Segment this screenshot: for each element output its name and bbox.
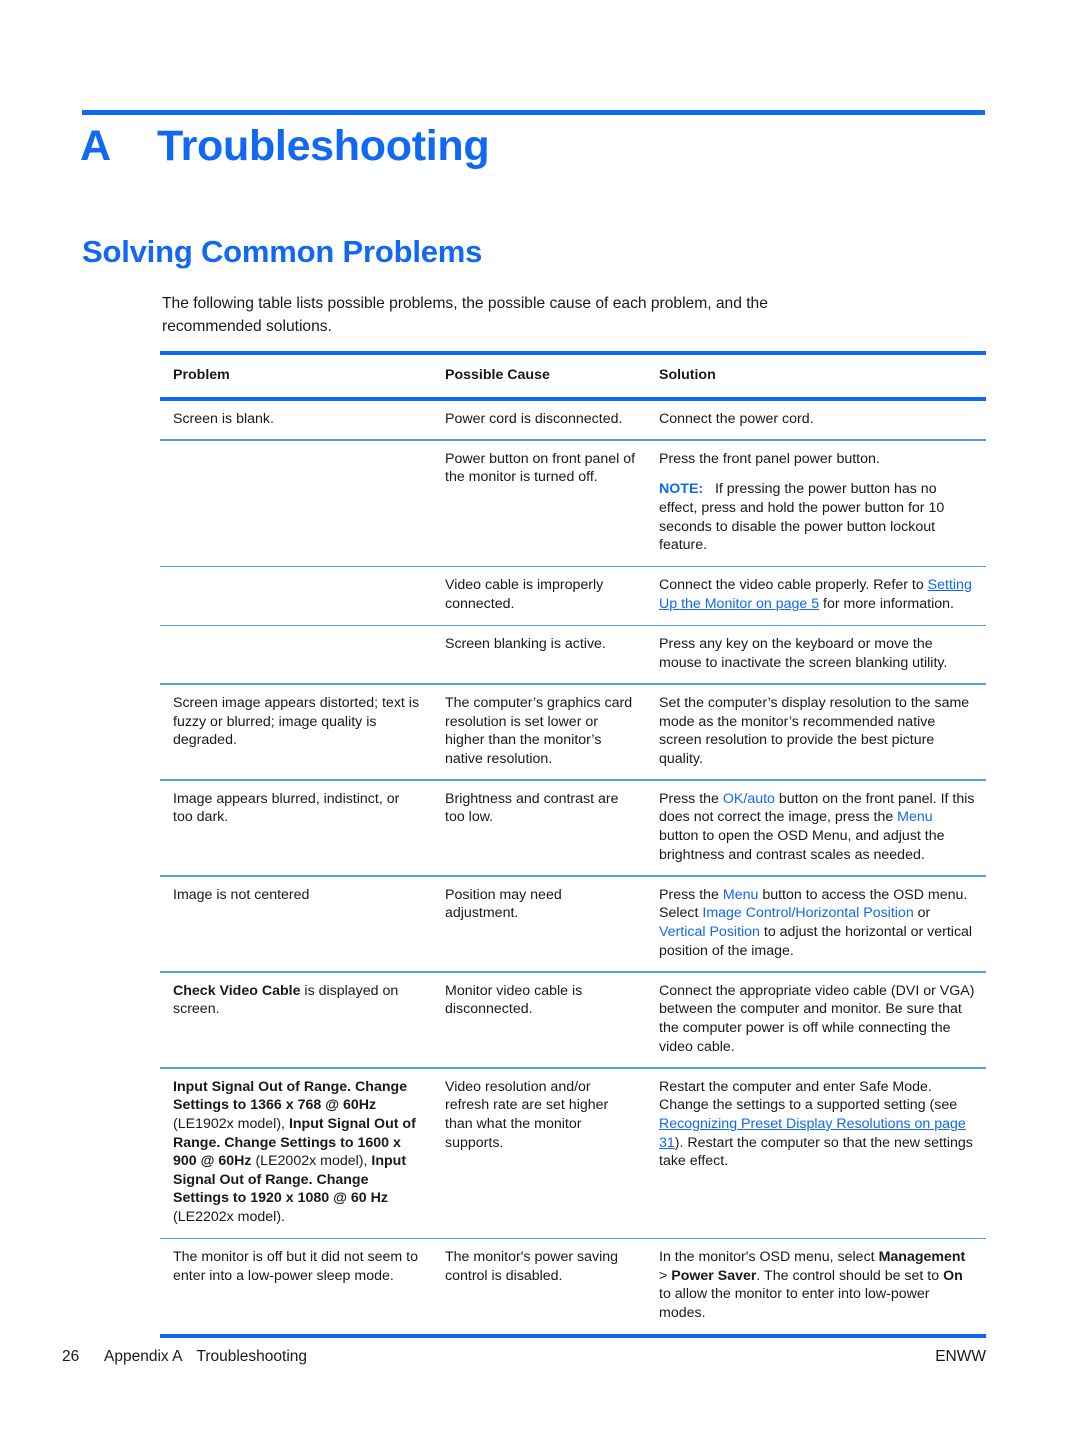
column-header-solution: Solution	[659, 367, 716, 383]
solution-text: Press the front panel power button.	[659, 450, 880, 467]
page-title: A Troubleshooting	[80, 122, 985, 171]
cell-solution: Press the front panel power button. NOTE…	[646, 441, 986, 566]
chapter-title-text: Troubleshooting	[157, 122, 490, 170]
solution-text-pre: Restart the computer and enter Safe Mode…	[659, 1078, 958, 1114]
solution-text-3: button to open the OSD Menu, and adjust …	[659, 828, 945, 863]
cell-solution: Connect the video cable properly. Refer …	[646, 567, 986, 624]
cell-problem: Input Signal Out of Range. Change Settin…	[160, 1069, 432, 1238]
cell-problem	[160, 626, 432, 683]
ui-ref-menu: Menu	[897, 809, 933, 826]
solution-text-3: or	[913, 905, 931, 922]
footer-appendix-label: Appendix A	[104, 1348, 183, 1365]
page-number: 26	[62, 1348, 80, 1365]
table-row: Screen image appears distorted; text is …	[160, 685, 986, 779]
cell-solution: Connect the power cord.	[659, 410, 814, 427]
cell-problem: Check Video Cable is displayed on screen…	[160, 973, 432, 1067]
footer-right-label: ENWW	[935, 1348, 986, 1365]
ui-ref-image-control: Image Control/Horizontal Position	[702, 905, 914, 922]
menu-value-on: On	[943, 1267, 963, 1284]
intro-paragraph: The following table lists possible probl…	[162, 295, 768, 335]
menu-path-power-saver: Power Saver	[671, 1267, 757, 1284]
cell-solution: Set the computer’s display resolution to…	[659, 694, 970, 767]
table-row: Input Signal Out of Range. Change Settin…	[160, 1069, 986, 1238]
footer-chapter-name: Troubleshooting	[196, 1348, 308, 1365]
table-row: The monitor is off but it did not seem t…	[160, 1239, 986, 1333]
solution-text-pre: Connect the video cable properly. Refer …	[659, 577, 928, 594]
table-row: Screen is blank. Power cord is disconnec…	[160, 401, 986, 440]
column-header-problem: Problem	[173, 367, 230, 383]
table-row: Screen blanking is active. Press any key…	[160, 626, 986, 683]
cell-problem	[160, 441, 432, 566]
cell-cause: Power button on front panel of the monit…	[445, 450, 636, 486]
problem-model-2: (LE2002x model),	[251, 1153, 372, 1170]
solution-text-2: >	[659, 1267, 672, 1284]
menu-path-management: Management	[878, 1249, 966, 1266]
cell-problem: Screen is blank.	[173, 410, 274, 427]
ui-ref-ok-auto: OK/auto	[722, 790, 775, 807]
cell-problem: The monitor is off but it did not seem t…	[173, 1249, 418, 1284]
table-row: Power button on front panel of the monit…	[160, 441, 986, 566]
note-spacer	[703, 481, 715, 497]
cell-solution: Press the Menu button to access the OSD …	[646, 877, 986, 971]
table-header-row: Problem Possible Cause Solution	[160, 355, 986, 397]
problem-model-1: (LE1902x model),	[173, 1115, 289, 1132]
cell-problem	[160, 567, 432, 624]
cell-cause: Power cord is disconnected.	[445, 410, 623, 427]
table-bottom-rule	[160, 1333, 986, 1338]
table-row: Check Video Cable is displayed on screen…	[160, 973, 986, 1067]
footer-left: 26 Appendix A Troubleshooting	[62, 1348, 307, 1366]
solution-text-1: In the monitor's OSD menu, select	[659, 1249, 879, 1266]
ui-ref-vertical-position: Vertical Position	[659, 924, 760, 941]
cell-cause: Screen blanking is active.	[445, 636, 606, 653]
problem-model-3: (LE2202x model).	[173, 1208, 285, 1225]
solution-text-1: Press the	[659, 790, 723, 807]
cell-cause: The monitor's power saving control is di…	[445, 1249, 619, 1284]
cell-solution: Connect the appropriate video cable (DVI…	[659, 982, 975, 1055]
chapter-top-rule	[82, 110, 985, 115]
cell-solution: Restart the computer and enter Safe Mode…	[646, 1069, 986, 1238]
solution-text-1: Press the	[659, 886, 723, 903]
solution-text-3: . The control should be set to	[756, 1267, 944, 1284]
troubleshooting-table: Problem Possible Cause Solution Screen i…	[160, 351, 986, 1338]
problem-message-bold: Check Video Cable	[173, 982, 301, 999]
table-row: Image appears blurred, indistinct, or to…	[160, 781, 986, 875]
ui-ref-menu: Menu	[722, 886, 759, 903]
cell-cause: Video cable is improperly connected.	[445, 577, 604, 612]
page-footer: 26 Appendix A Troubleshooting ENWW	[62, 1348, 986, 1366]
table-row: Video cable is improperly connected. Con…	[160, 567, 986, 624]
cell-problem: Image is not centered	[173, 886, 310, 903]
column-header-cause: Possible Cause	[445, 367, 550, 383]
solution-text-post: ). Restart the computer so that the new …	[659, 1134, 973, 1170]
cell-solution: Press any key on the keyboard or move th…	[659, 636, 948, 671]
cell-cause: Monitor video cable is disconnected.	[445, 982, 583, 1018]
problem-message-bold-1: Input Signal Out of Range. Change Settin…	[173, 1078, 408, 1114]
solution-text-4: to allow the monitor to enter into low-p…	[659, 1286, 930, 1321]
cell-cause: Video resolution and/or refresh rate are…	[445, 1078, 609, 1151]
note-label: NOTE:	[659, 481, 704, 498]
cell-solution: In the monitor's OSD menu, select Manage…	[646, 1239, 986, 1333]
cell-cause: Brightness and contrast are too low.	[445, 790, 619, 826]
section-heading: Solving Common Problems	[82, 234, 483, 269]
cell-cause: Position may need adjustment.	[445, 886, 562, 922]
cell-problem: Screen image appears distorted; text is …	[173, 694, 420, 749]
solution-text-post: for more information.	[819, 595, 954, 612]
cell-problem: Image appears blurred, indistinct, or to…	[173, 790, 400, 826]
table-row: Image is not centered Position may need …	[160, 877, 986, 971]
chapter-letter: A	[80, 122, 111, 170]
cell-solution: Press the OK/auto button on the front pa…	[646, 781, 986, 875]
cell-cause: The computer’s graphics card resolution …	[445, 694, 633, 767]
document-page: A Troubleshooting Solving Common Problems…	[0, 0, 1080, 1437]
